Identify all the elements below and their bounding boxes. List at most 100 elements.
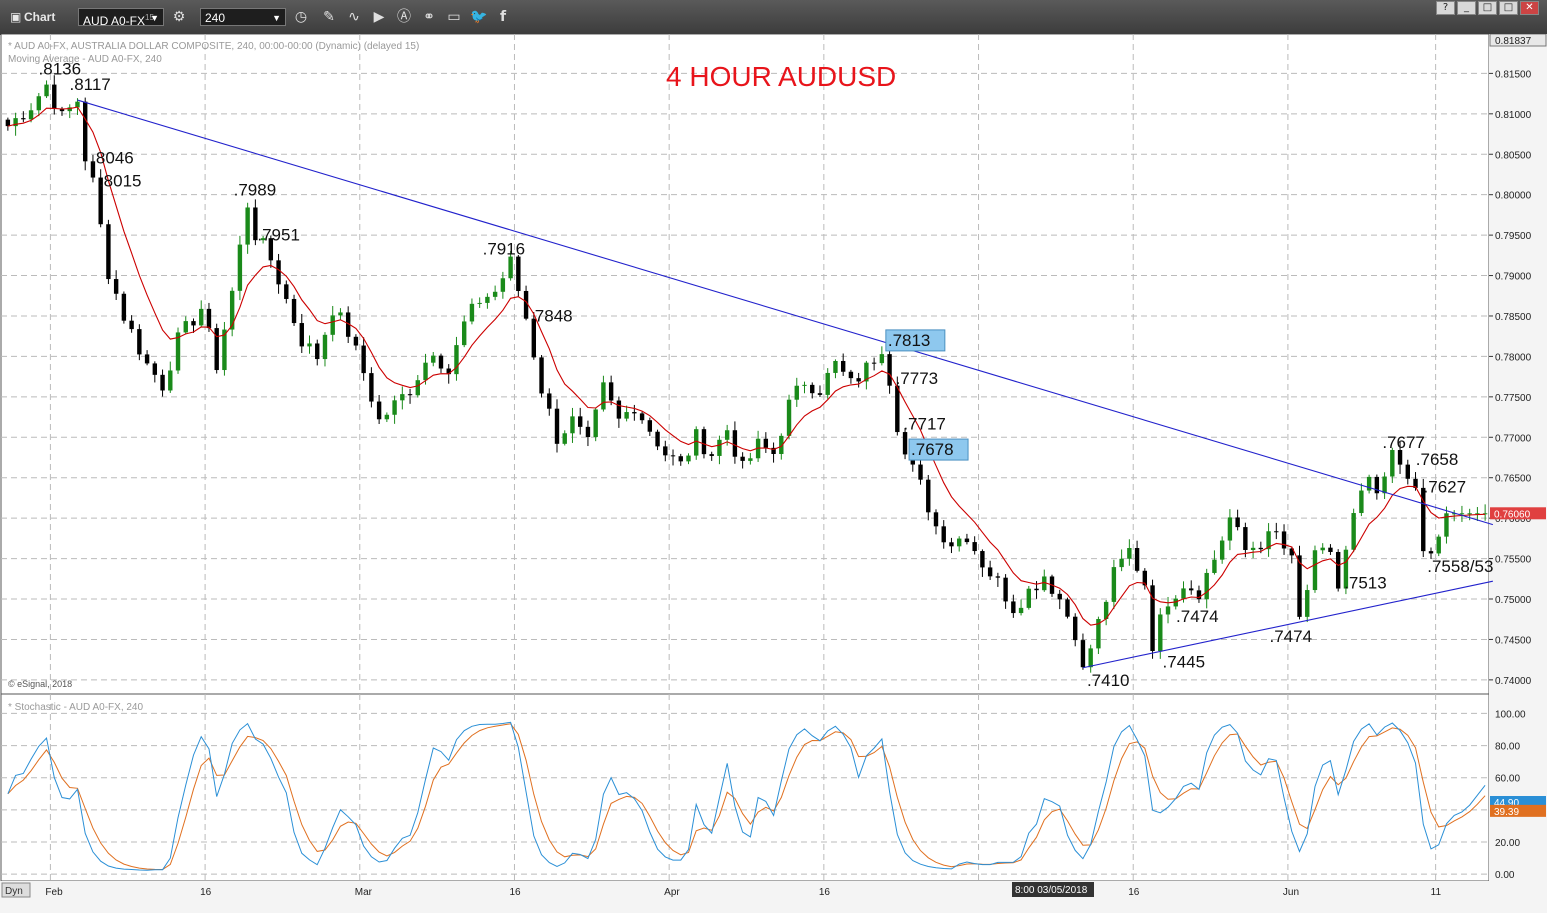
moving-average-label: Moving Average - AUD A0-FX, 240 xyxy=(8,54,162,65)
time-axis-bg xyxy=(0,881,1547,913)
candle-body xyxy=(1405,464,1410,479)
candle-body xyxy=(879,354,885,364)
pencil-icon[interactable]: ✎ xyxy=(320,8,338,26)
candle-body xyxy=(956,538,962,547)
price-label: .7558/53 xyxy=(1427,557,1493,576)
price-label: .7474 xyxy=(1270,627,1313,646)
chevron-down-icon[interactable]: ▼ xyxy=(272,9,281,27)
candle-body xyxy=(137,329,142,355)
minimize-button[interactable]: _ xyxy=(1457,1,1476,15)
stoch-tick-label: 0.00 xyxy=(1495,870,1515,881)
chart-title: 4 HOUR AUDUSD xyxy=(666,61,896,92)
candle-body xyxy=(191,321,196,326)
candle-body xyxy=(825,372,830,395)
price-label: .8117 xyxy=(69,75,110,94)
candle-body xyxy=(794,385,799,400)
candle-body xyxy=(369,373,374,402)
symbol-input[interactable]: AUD A0-FX15 ▼ xyxy=(78,8,164,28)
candle-body xyxy=(1158,614,1163,652)
candle-body xyxy=(516,256,521,291)
candle-body xyxy=(933,512,939,527)
candle-body xyxy=(1436,536,1441,554)
candle-body xyxy=(732,430,738,457)
candle-body xyxy=(980,551,985,568)
time-tick-label: Mar xyxy=(355,887,373,898)
help-button[interactable]: ? xyxy=(1436,1,1455,15)
price-label: .7916 xyxy=(483,240,526,259)
candle-body xyxy=(461,321,467,346)
candle-body xyxy=(113,279,119,294)
candle-body xyxy=(1003,577,1008,602)
candle-body xyxy=(1243,527,1248,550)
crosshair-time-label: 8:00 03/05/2018 xyxy=(1015,885,1088,896)
candle-body xyxy=(361,345,366,374)
candle-body xyxy=(477,302,482,304)
interval-input[interactable]: 240 ▼ xyxy=(200,8,286,26)
settings-icon[interactable]: ⚙ xyxy=(170,8,188,26)
candle-body xyxy=(995,576,1001,578)
candle-body xyxy=(129,320,134,330)
price-label: .8015 xyxy=(99,172,142,191)
candle-body xyxy=(1335,551,1341,589)
close-button[interactable]: ✕ xyxy=(1520,1,1539,15)
play-icon[interactable]: ▶ xyxy=(370,8,388,26)
candle-body xyxy=(400,394,405,401)
restore-button[interactable]: □ xyxy=(1499,1,1518,15)
candle-body xyxy=(438,355,444,369)
chevron-down-icon[interactable]: ▼ xyxy=(150,9,159,27)
candle-body xyxy=(1034,588,1039,591)
window-title: Chart xyxy=(24,10,56,24)
candle-body xyxy=(36,96,42,111)
candle-body xyxy=(1235,517,1240,528)
candle-body xyxy=(663,446,668,456)
candle-body xyxy=(1119,558,1124,568)
candle-body xyxy=(1390,450,1395,477)
candle-body xyxy=(307,343,312,347)
chart-description: * AUD A0-FX, AUSTRALIA DOLLAR COMPOSITE,… xyxy=(8,41,419,52)
candle-body xyxy=(454,345,459,375)
candle-body xyxy=(972,542,977,552)
candle-body xyxy=(554,408,560,444)
chart-canvas[interactable]: 0.81500 0.81000 0.80500 0.80000 0.79500 0.790… xyxy=(0,34,1547,913)
candle-body xyxy=(926,479,931,513)
price-label: .7989 xyxy=(234,181,277,200)
candle-body xyxy=(578,416,583,427)
price-label: .7513 xyxy=(1344,573,1387,592)
candle-body xyxy=(315,343,320,360)
price-label: .7474 xyxy=(1176,607,1219,626)
message-icon[interactable]: ▭ xyxy=(445,8,463,26)
candle-body xyxy=(802,384,807,386)
maximize-button[interactable]: □ xyxy=(1478,1,1497,15)
candle-body xyxy=(1057,593,1062,600)
top-tick-label: 0.81837 xyxy=(1495,36,1532,47)
candle-body xyxy=(941,526,946,543)
stoch-tick-label: 100.00 xyxy=(1495,709,1526,720)
link-icon[interactable]: ⚭ xyxy=(420,8,438,26)
candle-body xyxy=(724,430,730,440)
candle-body xyxy=(639,413,645,421)
candle-body xyxy=(1080,640,1086,668)
price-label: .7658 xyxy=(1416,450,1459,469)
candle-body xyxy=(686,455,691,462)
price-tick-label: 0.75000 xyxy=(1495,595,1532,606)
clock-icon[interactable]: ◷ xyxy=(292,8,310,26)
candle-body xyxy=(431,355,436,363)
candle-body xyxy=(1382,476,1387,494)
candle-body xyxy=(1459,513,1465,515)
stoch-frame xyxy=(0,693,1490,882)
price-label: .7410 xyxy=(1087,671,1130,690)
candle-body xyxy=(229,290,235,330)
candle-body xyxy=(237,244,243,291)
candle-body xyxy=(1297,555,1302,617)
facebook-icon[interactable]: f xyxy=(494,8,512,26)
draw-curve-icon[interactable]: ∿ xyxy=(345,8,363,26)
candle-body xyxy=(902,432,908,455)
candle-body xyxy=(121,293,127,321)
candle-body xyxy=(1428,551,1434,554)
alert-icon[interactable]: Ⓐ xyxy=(395,8,413,26)
price-label: .7627 xyxy=(1424,477,1467,496)
candle-body xyxy=(585,426,591,438)
candle-body xyxy=(330,315,335,335)
twitter-icon[interactable]: 🐦 xyxy=(470,8,488,26)
candle-body xyxy=(1065,599,1070,617)
